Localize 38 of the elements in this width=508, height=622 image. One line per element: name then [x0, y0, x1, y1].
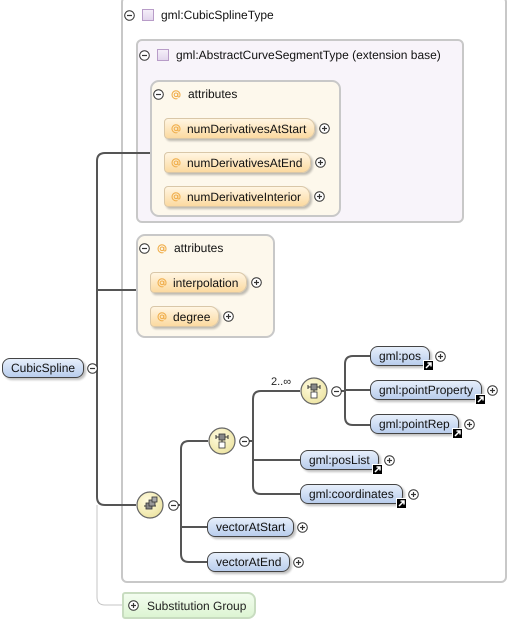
attribute-node[interactable]: numDerivativesAtEnd [164, 152, 312, 173]
attributes-title: attributes [174, 241, 224, 255]
occurrence-label: 2..∞ [271, 376, 292, 388]
plus-icon[interactable] [319, 123, 330, 134]
at-sign-icon [171, 123, 181, 134]
plus-icon[interactable] [223, 311, 234, 322]
choice-node[interactable] [208, 427, 236, 455]
at-sign-icon [171, 191, 181, 202]
attribute-node[interactable]: numDerivativeInterior [164, 186, 310, 207]
minus-icon[interactable] [87, 362, 98, 374]
attribute-node[interactable]: interpolation [150, 272, 248, 293]
element-node[interactable]: gml:coordinates [300, 484, 403, 504]
plus-icon[interactable] [315, 157, 326, 168]
at-sign-icon [171, 157, 181, 168]
choice-node[interactable] [300, 377, 328, 405]
attribute-node[interactable]: degree [150, 306, 220, 327]
substitution-group-label: Substitution Group [147, 598, 246, 612]
element-node[interactable]: gml:pointProperty [370, 380, 482, 400]
element-node[interactable]: gml:pos [370, 346, 430, 366]
sequence-node[interactable] [136, 491, 164, 519]
plus-icon[interactable] [251, 277, 262, 288]
element-node[interactable]: CubicSpline [2, 358, 84, 378]
at-sign-icon [157, 277, 167, 288]
element-node[interactable]: vectorAtEnd [207, 552, 290, 572]
type-icon [142, 9, 154, 21]
base-type-title: gml:AbstractCurveSegmentType (extension base) [176, 48, 441, 62]
at-sign-icon [171, 88, 181, 100]
attribute-node[interactable]: numDerivativesAtStart [164, 118, 316, 139]
plus-icon[interactable] [314, 191, 326, 202]
attributes-title: attributes [188, 87, 238, 101]
at-sign-icon [157, 311, 167, 322]
at-sign-icon [157, 242, 167, 254]
element-node[interactable]: vectorAtStart [207, 517, 294, 537]
plus-icon[interactable] [128, 600, 139, 611]
type-icon [157, 49, 169, 61]
element-node[interactable]: gml:posList [300, 450, 379, 470]
element-node[interactable]: gml:pointRep [370, 414, 459, 434]
type-title: gml:CubicSplineType [161, 8, 274, 22]
